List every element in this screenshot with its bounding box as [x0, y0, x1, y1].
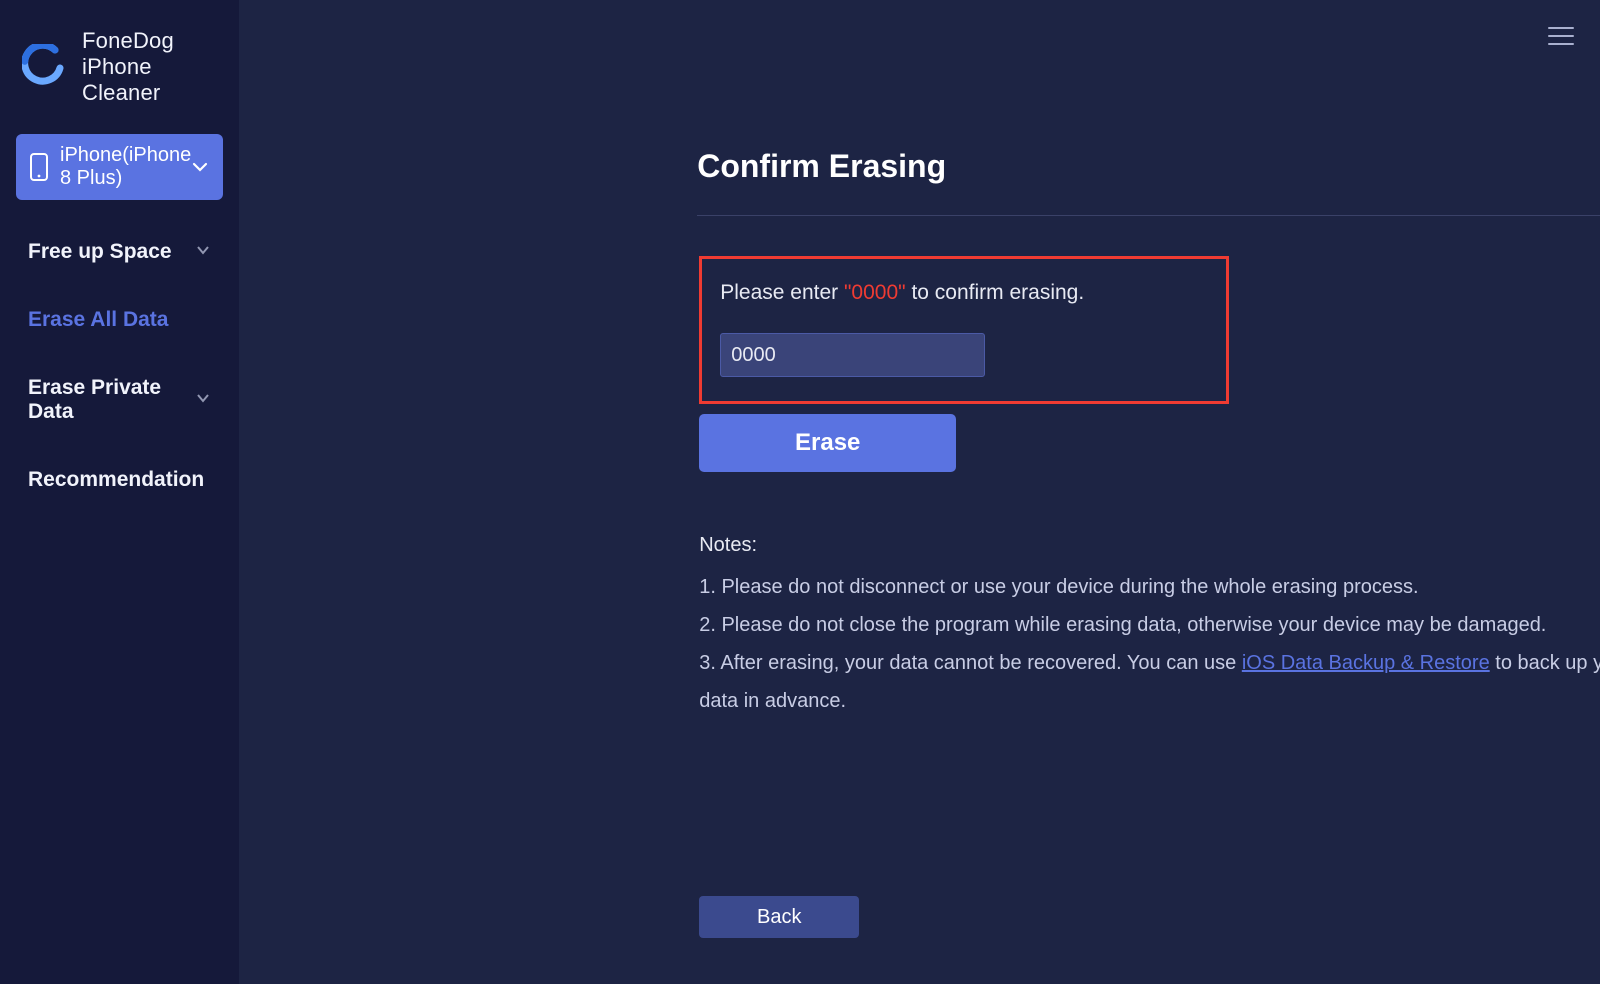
ios-backup-link[interactable]: iOS Data Backup & Restore [1242, 652, 1490, 674]
chevron-down-icon [195, 240, 211, 264]
sidebar-item-label: Erase Private Data [28, 376, 195, 424]
confirm-highlight-box: Please enter "0000" to confirm erasing. [699, 256, 1229, 404]
sidebar-item-free-up-space[interactable]: Free up Space [16, 218, 223, 286]
sidebar-item-recommendation[interactable]: Recommendation [16, 446, 223, 514]
chevron-down-icon [195, 388, 211, 412]
prompt-code: "0000" [844, 281, 906, 304]
page-title: Confirm Erasing [697, 148, 1600, 185]
note-3: 3. After erasing, your data cannot be re… [699, 644, 1600, 720]
app-header: FoneDog iPhone Cleaner [16, 18, 223, 134]
prompt-text-after: to confirm erasing. [906, 281, 1085, 304]
back-button[interactable]: Back [699, 896, 859, 938]
divider [697, 215, 1600, 216]
sidebar-item-label: Recommendation [28, 468, 204, 492]
sidebar: FoneDog iPhone Cleaner iPhone(iPhone 8 P… [0, 0, 239, 984]
phone-icon [30, 153, 48, 181]
prompt-text-before: Please enter [720, 281, 844, 304]
chevron-down-icon [191, 158, 209, 176]
sidebar-item-erase-all-data[interactable]: Erase All Data [16, 286, 223, 354]
note-3-before: 3. After erasing, your data cannot be re… [699, 652, 1242, 674]
notes-header: Notes: [699, 526, 1600, 564]
confirm-prompt: Please enter "0000" to confirm erasing. [720, 281, 1208, 305]
sidebar-item-label: Free up Space [28, 240, 172, 264]
menu-icon[interactable] [1547, 22, 1575, 50]
device-label: iPhone(iPhone 8 Plus) [60, 144, 191, 190]
sidebar-item-label: Erase All Data [28, 308, 168, 332]
erase-button[interactable]: Erase [699, 414, 956, 472]
sidebar-item-erase-private-data[interactable]: Erase Private Data [16, 354, 223, 446]
main-panel: Confirm Erasing Please enter "0000" to c… [239, 0, 1600, 984]
note-1: 1. Please do not disconnect or use your … [699, 568, 1600, 606]
device-selector[interactable]: iPhone(iPhone 8 Plus) [16, 134, 223, 200]
notes-section: Notes: 1. Please do not disconnect or us… [699, 526, 1600, 720]
window-controls [1517, 0, 1600, 72]
content: Confirm Erasing Please enter "0000" to c… [239, 0, 1600, 720]
app-logo-icon [22, 44, 64, 91]
confirm-code-input[interactable] [720, 333, 985, 377]
note-2: 2. Please do not close the program while… [699, 606, 1600, 644]
app-title: FoneDog iPhone Cleaner [82, 28, 215, 106]
